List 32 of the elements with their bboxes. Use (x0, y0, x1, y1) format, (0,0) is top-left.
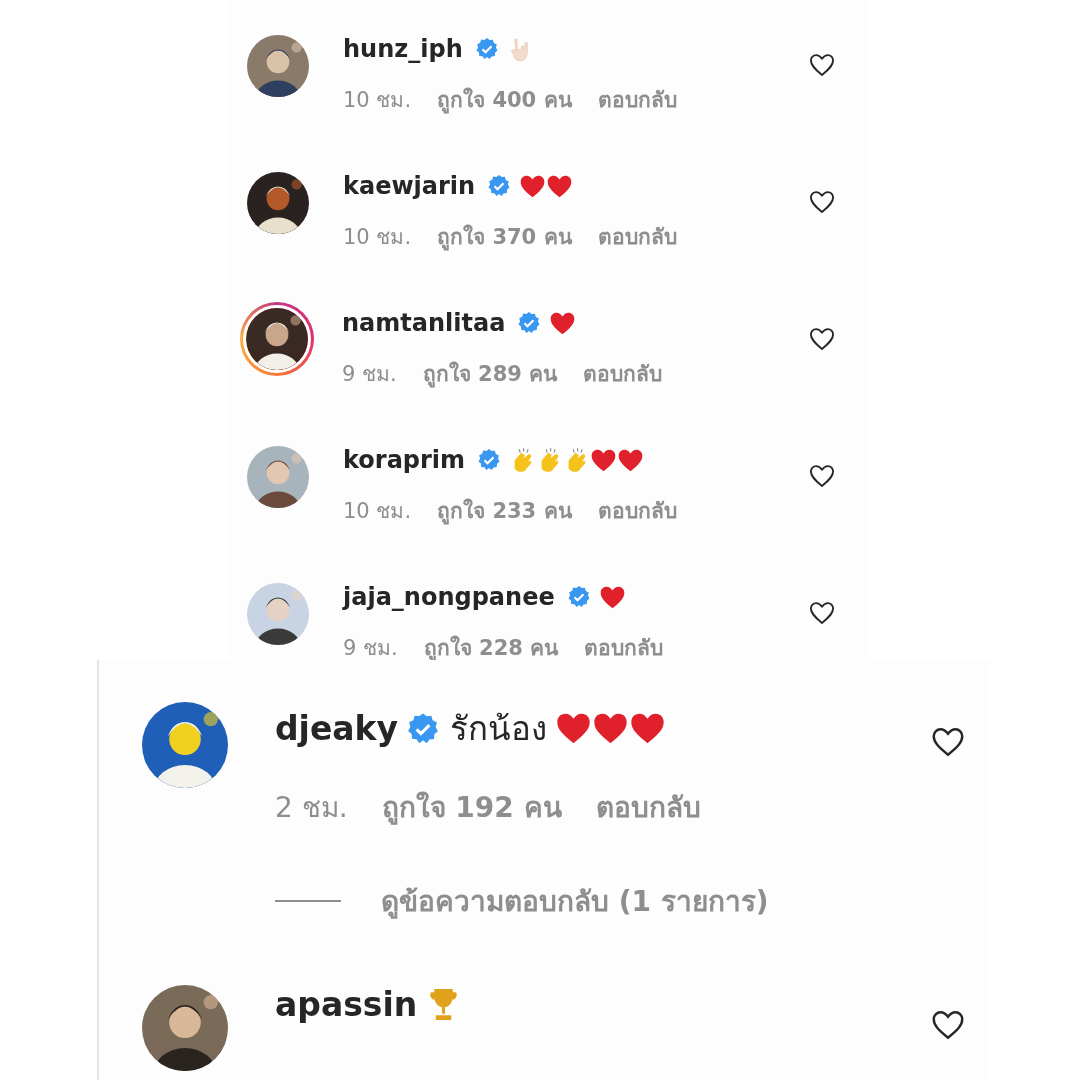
username[interactable]: apassin (275, 985, 418, 1024)
like-icon[interactable] (808, 462, 836, 490)
comment-time: 9 ชม. (342, 361, 397, 388)
comment-time: 10 ชม. (343, 224, 412, 251)
comment-time: 10 ชม. (343, 498, 412, 525)
view-replies-button[interactable]: ดูข้อความตอบกลับ (1 รายการ) (381, 879, 769, 923)
comment-time: 10 ชม. (343, 87, 412, 114)
like-count[interactable]: ถูกใจ 228 คน (423, 631, 559, 660)
like-count[interactable]: ถูกใจ 400 คน (437, 83, 572, 116)
like-icon[interactable] (808, 325, 836, 353)
reply-button[interactable]: ตอบกลับ (595, 785, 701, 829)
comment-text: รักน้อง (450, 708, 548, 750)
reply-button[interactable]: ตอบกลับ (597, 220, 677, 253)
like-icon[interactable] (808, 599, 836, 627)
username[interactable]: jaja_nongpanee (343, 583, 555, 611)
reply-button[interactable]: ตอบกลับ (597, 83, 677, 116)
reply-button[interactable]: ตอบกลับ (597, 494, 677, 527)
comment-time: 9 ชม. (343, 635, 398, 660)
like-icon[interactable] (808, 51, 836, 79)
comment-time: 2 ชม. (275, 790, 348, 826)
username[interactable]: djeaky (275, 709, 399, 748)
username[interactable]: namtanlitaa (342, 309, 506, 337)
username[interactable]: hunz_iph (343, 35, 463, 63)
like-count[interactable]: ถูกใจ 233 คน (437, 494, 572, 527)
like-count[interactable]: ถูกใจ 289 คน (422, 357, 558, 390)
reply-button[interactable]: ตอบกลับ (584, 631, 664, 660)
like-icon[interactable] (808, 188, 836, 216)
username[interactable]: kaewjarin (343, 172, 476, 200)
like-count[interactable]: ถูกใจ 192 คน (381, 785, 562, 829)
reply-button[interactable]: ตอบกลับ (583, 357, 663, 390)
username[interactable]: koraprim (343, 446, 466, 474)
like-count[interactable]: ถูกใจ 370 คน (437, 220, 572, 253)
